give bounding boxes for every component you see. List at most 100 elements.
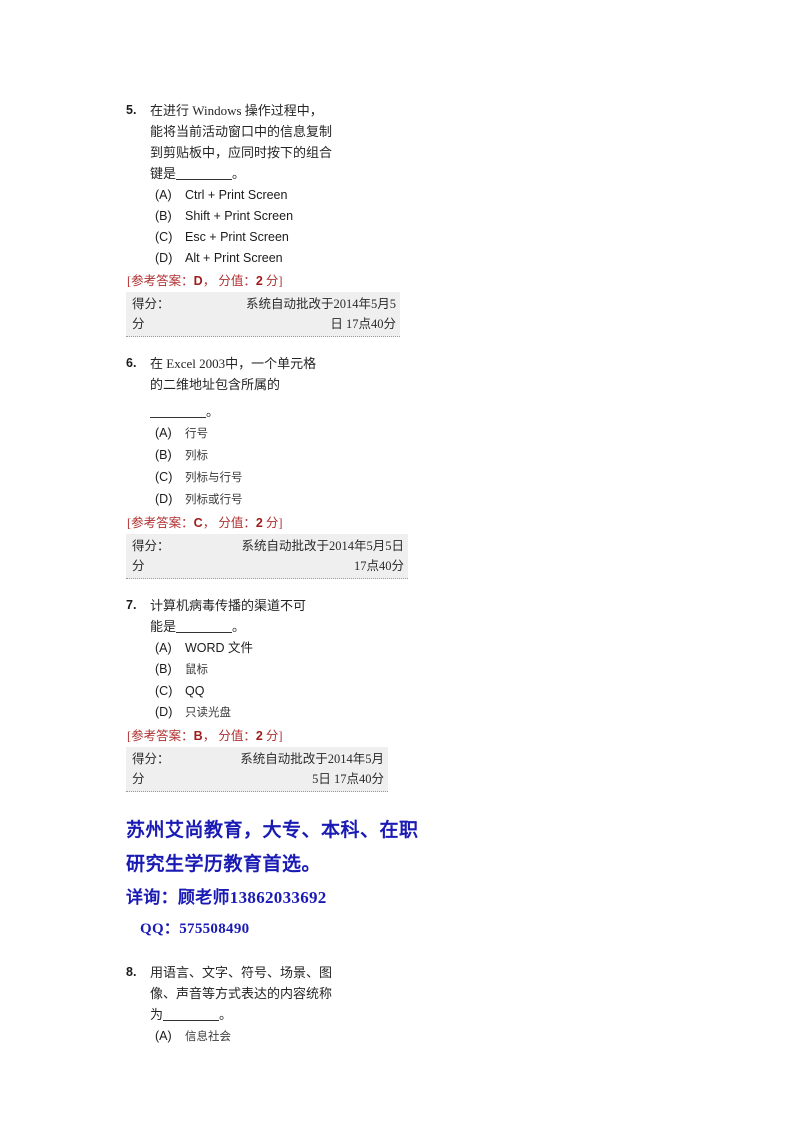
stem-line: 用语言、文字、符号、场景、图 (150, 965, 333, 980)
option-key: (B) (155, 209, 172, 223)
ad-line-2: 研究生学历教育首选。 (126, 854, 322, 875)
score-row: 得分： 系统自动批改于2014年5月5日 (132, 536, 404, 556)
option-text: WORD 文件 (185, 641, 254, 655)
reference-answer-5: [参考答案：D， 分值：2 分] (126, 272, 686, 290)
stem-line-with-blank: 。 (150, 401, 382, 422)
option-item[interactable]: (C) Esc + Print Screen (155, 227, 686, 248)
option-item[interactable]: (B) 鼠标 (155, 659, 686, 681)
grading-info-line1: 系统自动批改于2014年5月 (240, 752, 384, 766)
answer-suffix: 分] (262, 274, 283, 288)
question-number-8: 8. (126, 965, 137, 979)
grading-info-line2: 17点40分 (353, 559, 404, 573)
stem-tail: 。 (219, 1007, 233, 1022)
answer-prefix: [参考答案： (127, 729, 194, 743)
stem-line: 能将当前活动窗口中的信息复制 (150, 124, 333, 139)
grading-info-line1: 系统自动批改于2014年5月5 (245, 297, 396, 311)
stem-text: 键是 (150, 166, 177, 181)
ad-contact-qq: QQ：575508490 (140, 921, 250, 937)
question-number-6: 6. (126, 356, 137, 370)
option-key: (D) (155, 492, 173, 506)
option-item[interactable]: (D) 只读光盘 (155, 702, 686, 724)
question-number-5: 5. (126, 103, 137, 117)
fill-in-blank (176, 619, 233, 633)
answer-points: 2 (255, 729, 263, 743)
stem-line-with-blank: 键是 。 (150, 163, 382, 184)
score-box-7: 得分： 系统自动批改于2014年5月 分 5日 17点40分 (126, 747, 388, 792)
answer-suffix: 分] (262, 516, 283, 530)
option-text: 鼠标 (185, 664, 208, 676)
option-item[interactable]: (C) 列标与行号 (155, 467, 686, 489)
document-page: 5. 在进行 Windows 操作过程中， 能将当前活动窗口中的信息复制 到剪贴… (0, 0, 800, 1132)
option-key: (C) (155, 684, 173, 698)
option-item[interactable]: (D) Alt + Print Screen (155, 248, 686, 269)
option-text: 信息社会 (185, 1031, 231, 1043)
question-block-6: 6. 在 Excel 2003中，一个单元格 的二维地址包含所属的 。 (A) … (126, 353, 686, 579)
option-item[interactable]: (A) Ctrl + Print Screen (155, 185, 686, 206)
score-row: 得分： 系统自动批改于2014年5月5 (132, 294, 396, 314)
option-item[interactable]: (A) 行号 (155, 423, 686, 445)
answer-letter: B (193, 729, 203, 743)
grading-info-line2: 日 17点40分 (330, 317, 396, 331)
option-key: (D) (155, 251, 173, 265)
option-text: 只读光盘 (185, 707, 231, 719)
option-key: (A) (155, 1029, 172, 1043)
question-block-8: 8. 用语言、文字、符号、场景、图 像、声音等方式表达的内容统称 为 。 (A) … (126, 962, 686, 1048)
option-item[interactable]: (B) Shift + Print Screen (155, 206, 686, 227)
score-row: 分 17点40分 (132, 556, 404, 576)
reference-answer-7: [参考答案：B， 分值：2 分] (126, 727, 686, 745)
option-key: (D) (155, 705, 173, 719)
option-key: (B) (155, 448, 172, 462)
stem-line: 在 Excel 2003中，一个单元格 (150, 356, 317, 371)
question-block-7: 7. 计算机病毒传播的渠道不可 能是 。 (A) WORD 文件 (B) 鼠标 (… (126, 595, 686, 792)
option-item[interactable]: (A) WORD 文件 (155, 638, 686, 659)
question-header-8: 8. 用语言、文字、符号、场景、图 像、声音等方式表达的内容统称 为 。 (126, 962, 686, 1025)
score-label: 得分： (132, 297, 170, 311)
question-header-5: 5. 在进行 Windows 操作过程中， 能将当前活动窗口中的信息复制 到剪贴… (126, 100, 686, 184)
stem-line: 到剪贴板中，应同时按下的组合 (150, 145, 333, 160)
stem-line: 计算机病毒传播的渠道不可 (150, 598, 307, 613)
advertisement-block: 苏州艾尚教育，大专、本科、在职 研究生学历教育首选。 详询：顾老师1386203… (126, 814, 686, 944)
score-unit: 分 (132, 317, 145, 331)
answer-prefix: [参考答案： (127, 274, 194, 288)
option-text: QQ (185, 684, 205, 698)
ad-contact-phone: 详询：顾老师13862033692 (126, 888, 327, 907)
fill-in-blank (176, 166, 233, 180)
option-text: Esc + Print Screen (185, 230, 289, 244)
score-box-6: 得分： 系统自动批改于2014年5月5日 分 17点40分 (126, 534, 408, 579)
score-row: 分 日 17点40分 (132, 314, 396, 334)
option-item[interactable]: (D) 列标或行号 (155, 489, 686, 511)
option-text: 列标或行号 (185, 494, 243, 506)
stem-line: 的二维地址包含所属的 (150, 377, 281, 392)
grading-info-line1: 系统自动批改于2014年5月5日 (241, 539, 404, 553)
score-row: 得分： 系统自动批改于2014年5月 (132, 749, 384, 769)
answer-middle: ， 分值： (202, 516, 256, 530)
option-item[interactable]: (B) 列标 (155, 445, 686, 467)
score-unit: 分 (132, 772, 145, 786)
stem-text: 为 (150, 1007, 164, 1022)
answer-letter: D (193, 274, 203, 288)
reference-answer-6: [参考答案：C， 分值：2 分] (126, 514, 686, 532)
option-text: Shift + Print Screen (185, 209, 294, 223)
question-header-7: 7. 计算机病毒传播的渠道不可 能是 。 (126, 595, 686, 637)
option-key: (A) (155, 426, 172, 440)
option-list-7: (A) WORD 文件 (B) 鼠标 (C) QQ (D) 只读光盘 (126, 638, 686, 724)
option-key: (A) (155, 188, 172, 202)
question-header-6: 6. 在 Excel 2003中，一个单元格 的二维地址包含所属的 。 (126, 353, 686, 422)
answer-points: 2 (255, 274, 263, 288)
fill-in-blank (163, 1007, 220, 1021)
stem-line: 像、声音等方式表达的内容统称 (150, 986, 333, 1001)
option-item[interactable]: (A) 信息社会 (155, 1026, 686, 1048)
score-row: 分 5日 17点40分 (132, 769, 384, 789)
question-stem-7: 计算机病毒传播的渠道不可 能是 。 (150, 595, 382, 637)
answer-middle: ， 分值： (202, 274, 256, 288)
question-stem-5: 在进行 Windows 操作过程中， 能将当前活动窗口中的信息复制 到剪贴板中，… (150, 100, 382, 184)
stem-line-with-blank: 能是 。 (150, 616, 382, 637)
option-key: (C) (155, 470, 173, 484)
score-box-5: 得分： 系统自动批改于2014年5月5 分 日 17点40分 (126, 292, 400, 337)
fill-in-blank (150, 404, 206, 418)
option-key: (B) (155, 662, 172, 676)
option-text: 列标 (185, 450, 208, 462)
option-list-8: (A) 信息社会 (126, 1026, 686, 1048)
option-item[interactable]: (C) QQ (155, 681, 686, 702)
